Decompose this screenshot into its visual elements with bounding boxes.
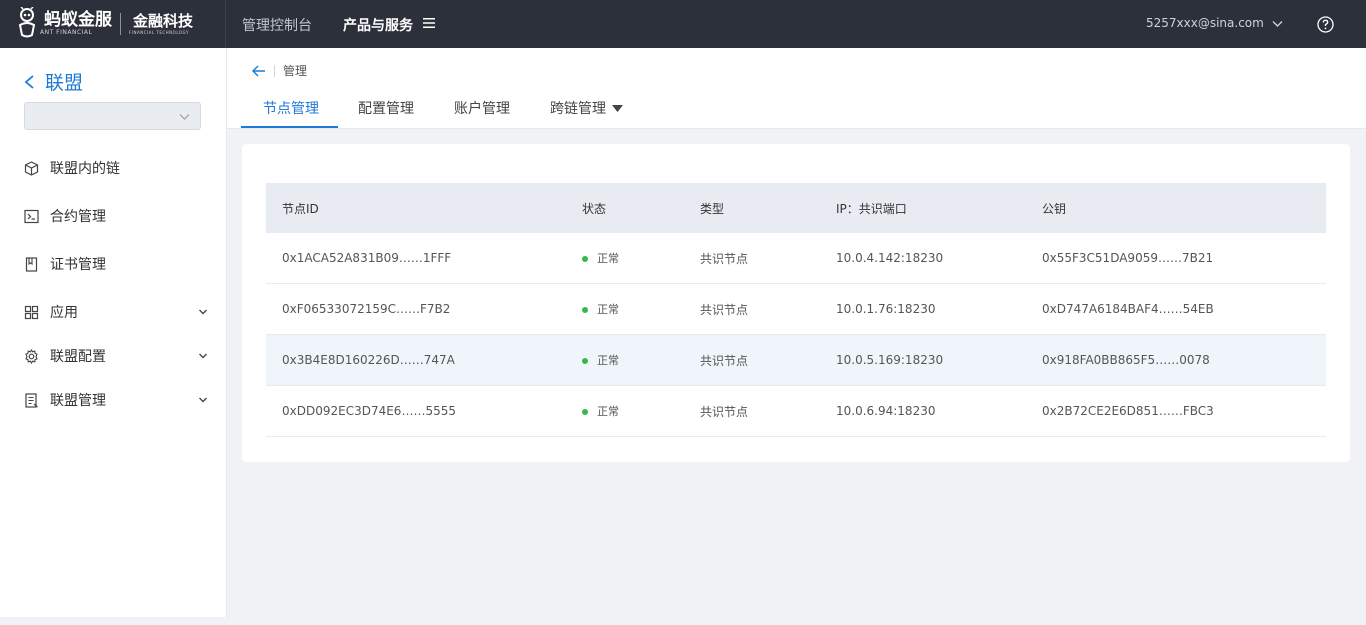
tab-node-management[interactable]: 节点管理 [263, 98, 319, 118]
top-divider [225, 0, 226, 48]
sidebar-item-alliance-config[interactable]: 联盟配置 [24, 345, 214, 367]
alliance-title: 联盟 [45, 72, 84, 94]
status-dot [582, 255, 588, 262]
logo-en-text: ANT FINANCIAL [40, 29, 93, 36]
cell-ip-port: 10.0.6.94:18230 [836, 404, 936, 418]
cell-status: 正常 [582, 403, 619, 419]
chevron-left-icon [24, 74, 34, 89]
table-row[interactable]: 0x1ACA52A831B09……1FFF 正常 共识节点 10.0.4.142… [266, 233, 1326, 284]
header-node-id: 节点ID [282, 201, 319, 216]
sidebar: 联盟 联盟内的链 合约管理 证书管理 应用 联盟配置 联盟管理 [0, 48, 227, 617]
grid-icon [24, 305, 39, 319]
cell-ip-port: 10.0.1.76:18230 [836, 302, 936, 316]
status-text: 正常 [597, 354, 619, 367]
cell-public-key: 0x2B72CE2E6D851……FBC3 [1042, 404, 1214, 418]
table-header: 节点ID 状态 类型 IP：共识端口 公钥 [266, 183, 1326, 233]
header-public-key: 公钥 [1042, 201, 1067, 216]
arrow-left-icon[interactable] [252, 65, 266, 77]
cell-node-id: 0xF06533072159C……F7B2 [282, 302, 451, 316]
content-header: 管理 节点管理 配置管理 账户管理 跨链管理 [227, 48, 1366, 129]
logo-cn-text: 蚂蚁金服 [44, 10, 112, 30]
cell-type: 共识节点 [700, 302, 749, 317]
node-table-panel: 节点ID 状态 类型 IP：共识端口 公钥 0x1ACA52A831B09……1… [242, 144, 1350, 462]
table-row[interactable]: 0xF06533072159C……F7B2 正常 共识节点 10.0.1.76:… [266, 284, 1326, 335]
status-text: 正常 [597, 303, 619, 316]
sidebar-item-label: 联盟配置 [50, 349, 106, 365]
table-row[interactable]: 0xDD092EC3D74E6……5555 正常 共识节点 10.0.6.94:… [266, 386, 1326, 437]
sidebar-item-label: 证书管理 [50, 257, 106, 273]
node-table: 节点ID 状态 类型 IP：共识端口 公钥 0x1ACA52A831B09……1… [266, 183, 1326, 437]
sidebar-item-alliance-manage[interactable]: 联盟管理 [24, 389, 214, 411]
tab-account-management[interactable]: 账户管理 [454, 98, 510, 118]
sidebar-item-certificates[interactable]: 证书管理 [24, 253, 214, 275]
sidebar-item-label: 联盟内的链 [50, 161, 120, 177]
status-dot [582, 408, 588, 415]
cell-node-id: 0x1ACA52A831B09……1FFF [282, 251, 452, 265]
sidebar-item-apps[interactable]: 应用 [24, 301, 214, 323]
header-status: 状态 [582, 201, 607, 216]
document-icon [25, 392, 38, 408]
cell-ip-port: 10.0.4.142:18230 [836, 251, 944, 265]
cell-ip-port: 10.0.5.169:18230 [836, 353, 944, 367]
cell-node-id: 0x3B4E8D160226D……747A [282, 353, 455, 367]
sidebar-item-label: 联盟管理 [50, 393, 106, 409]
status-text: 正常 [597, 405, 619, 418]
cell-type: 共识节点 [700, 251, 749, 266]
cell-status: 正常 [582, 301, 619, 317]
cell-node-id: 0xDD092EC3D74E6……5555 [282, 404, 456, 418]
nav-products-link[interactable]: 产品与服务 [343, 15, 413, 35]
tab-label: 跨链管理 [550, 101, 606, 117]
logo-tech-en-text: FINANCIAL TECHNOLOGY [129, 30, 189, 35]
user-email[interactable]: 5257xxx@sina.com [1146, 16, 1264, 30]
tab-cross-chain-management[interactable]: 跨链管理 [550, 98, 623, 118]
sidebar-item-chains[interactable]: 联盟内的链 [24, 157, 214, 179]
sidebar-item-label: 合约管理 [50, 209, 106, 225]
ant-logo-icon [18, 7, 36, 38]
status-dot [582, 357, 588, 364]
header-type: 类型 [700, 201, 725, 216]
cell-public-key: 0xD747A6184BAF4……54EB [1042, 302, 1214, 316]
menu-icon[interactable] [423, 17, 435, 29]
status-text: 正常 [597, 252, 619, 265]
breadcrumb-separator [274, 64, 275, 77]
cell-type: 共识节点 [700, 353, 749, 368]
logo-separator [120, 13, 121, 35]
cube-icon [24, 160, 39, 176]
chevron-down-icon[interactable] [1272, 18, 1283, 29]
cell-status: 正常 [582, 352, 619, 368]
chevron-down-icon [179, 114, 190, 120]
active-tab-indicator [241, 126, 338, 128]
breadcrumb-current: 管理 [283, 64, 308, 78]
status-dot [582, 306, 588, 313]
terminal-icon [24, 209, 39, 223]
cell-status: 正常 [582, 250, 619, 266]
header-ip-port: IP：共识端口 [836, 201, 907, 216]
chevron-down-icon [199, 353, 207, 359]
top-bar: 蚂蚁金服 ANT FINANCIAL 金融科技 FINANCIAL TECHNO… [0, 0, 1366, 48]
caret-down-icon [612, 105, 623, 112]
sidebar-item-label: 应用 [50, 305, 78, 321]
chevron-down-icon [199, 309, 207, 315]
table-row[interactable]: 0x3B4E8D160226D……747A 正常 共识节点 10.0.5.169… [266, 335, 1326, 386]
breadcrumb: 管理 [252, 62, 307, 79]
cell-type: 共识节点 [700, 404, 749, 419]
cell-public-key: 0x55F3C51DA9059……7B21 [1042, 251, 1214, 265]
logo[interactable]: 蚂蚁金服 ANT FINANCIAL 金融科技 FINANCIAL TECHNO… [14, 6, 214, 42]
cell-public-key: 0x918FA0BB865F5……0078 [1042, 353, 1210, 367]
nav-console-link[interactable]: 管理控制台 [242, 15, 312, 35]
gear-icon [25, 348, 38, 364]
chevron-down-icon [199, 397, 207, 403]
logo-tech-text: 金融科技 [133, 12, 194, 30]
help-icon[interactable] [1317, 16, 1334, 33]
back-to-alliance-link[interactable]: 联盟 [24, 68, 83, 95]
sidebar-item-contracts[interactable]: 合约管理 [24, 205, 214, 227]
chain-select[interactable] [24, 102, 201, 130]
tab-config-management[interactable]: 配置管理 [358, 98, 414, 118]
bookmark-icon [25, 256, 38, 272]
